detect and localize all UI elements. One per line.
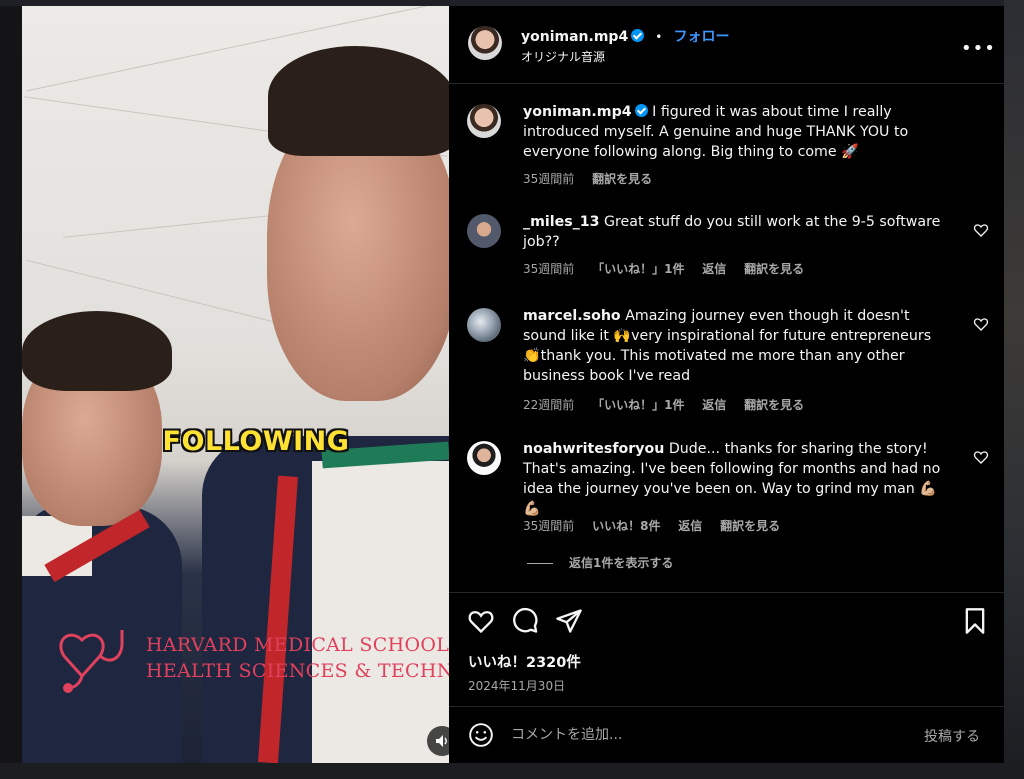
- post-sidebar: yoniman.mp4 • フォロー オリジナル音源 ••• yoniman.m…: [449, 6, 1004, 763]
- commenter-avatar[interactable]: [467, 441, 501, 475]
- like-heart-icon[interactable]: [467, 607, 495, 635]
- commenter-avatar[interactable]: [467, 308, 501, 342]
- comment-bubble-icon[interactable]: [511, 607, 539, 635]
- backdrop-bottom-strip: [0, 763, 1024, 779]
- video-caption-overlay: FOLLOWING: [162, 426, 350, 457]
- reply-button[interactable]: 返信: [702, 398, 726, 412]
- mute-toggle-button[interactable]: [427, 726, 449, 756]
- comment-meta: 35週間前 いいね！8件 返信 翻訳を見る: [523, 517, 794, 534]
- post-actions: いいね！2320件 2024年11月30日: [449, 592, 1004, 714]
- commenter-avatar[interactable]: [467, 214, 501, 248]
- hms-logo: HARVARD MEDICAL SCHOOL HEALTH SCIENCES &…: [52, 626, 449, 696]
- comment-likes[interactable]: 「いいね！」1件: [592, 262, 684, 276]
- post-comment-button[interactable]: 投稿する: [924, 726, 980, 746]
- comment-input[interactable]: [511, 724, 891, 746]
- more-options-icon[interactable]: •••: [961, 38, 996, 59]
- comment-likes[interactable]: いいね！8件: [592, 519, 660, 533]
- logo-line-1: HARVARD MEDICAL SCHOOL: [146, 634, 449, 656]
- comment-username[interactable]: marcel.soho: [523, 308, 621, 324]
- separator-dot: •: [655, 30, 663, 44]
- comment-username[interactable]: noahwritesforyou: [523, 441, 664, 457]
- likes-count[interactable]: いいね！2320件: [468, 651, 581, 672]
- follow-button[interactable]: フォロー: [673, 29, 729, 45]
- speaker-icon: [436, 735, 447, 747]
- right-person-shirt: [312, 461, 449, 763]
- comment-time[interactable]: 35週間前: [523, 519, 574, 533]
- view-replies-button[interactable]: 返信1件を表示する: [527, 554, 673, 571]
- stethoscope-heart-icon: [59, 630, 124, 693]
- comment-time[interactable]: 22週間前: [523, 398, 574, 412]
- emoji-icon[interactable]: [468, 722, 494, 748]
- caption-username[interactable]: yoniman.mp4: [523, 104, 632, 120]
- comment-likes[interactable]: 「いいね！」1件: [592, 398, 684, 412]
- reply-button[interactable]: 返信: [678, 519, 702, 533]
- caption-meta: 35週間前 翻訳を見る: [523, 170, 666, 187]
- like-comment-heart-icon[interactable]: [973, 316, 989, 332]
- post-header: yoniman.mp4 • フォロー オリジナル音源 •••: [449, 6, 1004, 84]
- verified-badge-icon: [634, 104, 648, 117]
- right-person-hair: [268, 46, 449, 156]
- reply-button[interactable]: 返信: [702, 262, 726, 276]
- share-paper-plane-icon[interactable]: [555, 607, 583, 635]
- translate-button[interactable]: 翻訳を見る: [744, 262, 804, 276]
- left-person-hair: [22, 311, 172, 391]
- caption-time[interactable]: 35週間前: [523, 172, 574, 186]
- translate-button[interactable]: 翻訳を見る: [720, 519, 780, 533]
- comment-username[interactable]: _miles_13: [523, 214, 600, 230]
- like-comment-heart-icon[interactable]: [973, 222, 989, 238]
- post-date: 2024年11月30日: [468, 679, 566, 693]
- author-line: yoniman.mp4 • フォロー: [521, 26, 729, 46]
- author-avatar[interactable]: [467, 104, 501, 138]
- comment-body: noahwritesforyou Dude... thanks for shar…: [523, 439, 953, 519]
- audio-label[interactable]: オリジナル音源: [521, 48, 605, 65]
- comment-meta: 35週間前 「いいね！」1件 返信 翻訳を見る: [523, 260, 818, 277]
- translate-button[interactable]: 翻訳を見る: [744, 398, 804, 412]
- comment-meta: 22週間前 「いいね！」1件 返信 翻訳を見る: [523, 396, 818, 413]
- comments-list[interactable]: yoniman.mp4 I figured it was about time …: [449, 86, 1004, 601]
- author-avatar[interactable]: [468, 26, 502, 60]
- like-comment-heart-icon[interactable]: [973, 449, 989, 465]
- comment-body: _miles_13 Great stuff do you still work …: [523, 212, 953, 252]
- verified-badge-icon: [631, 29, 645, 42]
- caption-body: yoniman.mp4 I figured it was about time …: [523, 102, 953, 162]
- logo-line-2: HEALTH SCIENCES & TECHNOLOGY: [146, 660, 449, 682]
- translate-button[interactable]: 翻訳を見る: [592, 172, 652, 186]
- author-username[interactable]: yoniman.mp4: [521, 29, 628, 45]
- post-video[interactable]: FOLLOWING HARVARD MEDICAL SCHOOL HEALTH …: [22, 6, 449, 763]
- bookmark-icon[interactable]: [961, 607, 989, 635]
- backdrop-right-strip: [1004, 0, 1024, 779]
- comment-body: marcel.soho Amazing journey even though …: [523, 306, 953, 386]
- comment-time[interactable]: 35週間前: [523, 262, 574, 276]
- add-comment-bar: 投稿する: [449, 706, 1004, 763]
